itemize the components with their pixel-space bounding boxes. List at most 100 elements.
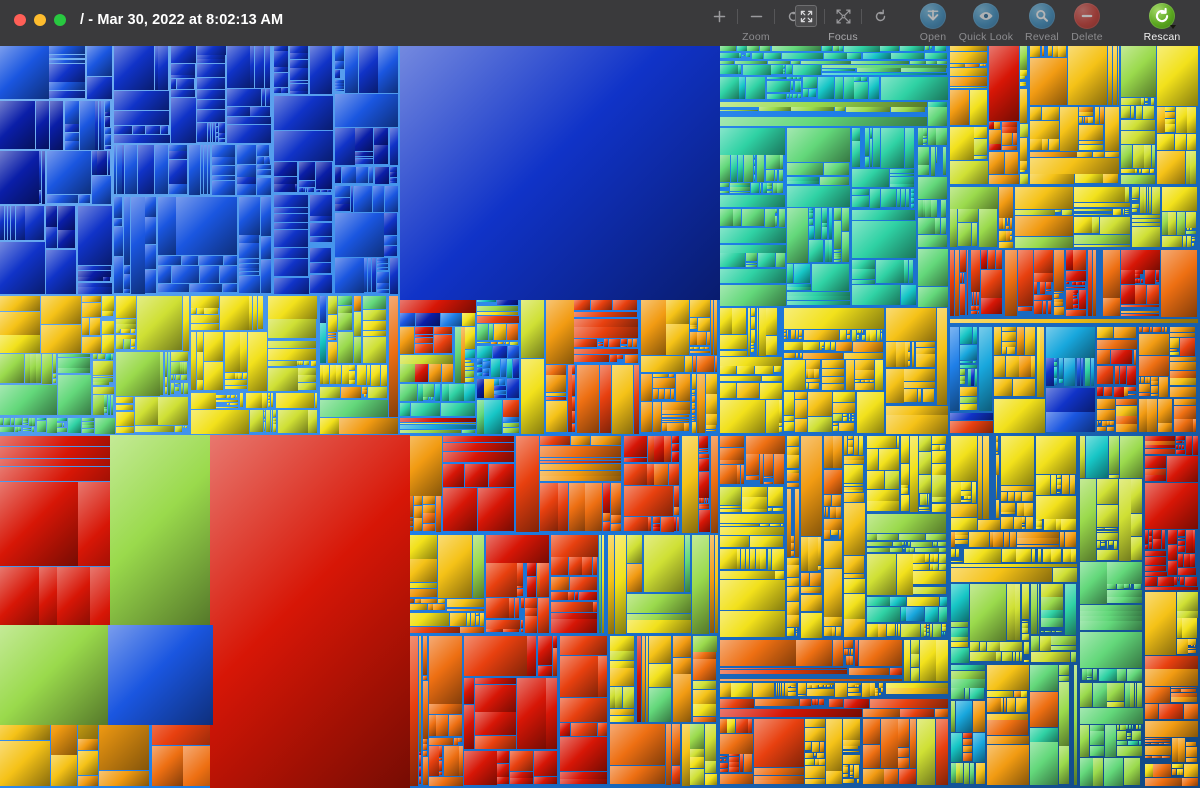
treemap-tile[interactable] — [844, 460, 864, 465]
treemap-tile[interactable] — [1058, 46, 1067, 57]
treemap-tile[interactable] — [526, 576, 536, 597]
treemap-tile[interactable] — [765, 169, 775, 181]
treemap-tile[interactable] — [760, 548, 767, 569]
treemap-tile[interactable] — [699, 346, 705, 349]
treemap-tile[interactable] — [1162, 236, 1183, 248]
treemap-tile[interactable] — [110, 435, 210, 625]
treemap-tile[interactable] — [400, 327, 415, 354]
treemap-tile[interactable] — [623, 436, 647, 458]
treemap-tile[interactable] — [550, 619, 598, 633]
treemap-tile[interactable] — [729, 756, 740, 762]
treemap-tile[interactable] — [832, 413, 843, 422]
treemap-tile[interactable] — [520, 629, 524, 632]
treemap-tile[interactable] — [781, 523, 784, 526]
treemap-tile[interactable] — [364, 394, 366, 398]
treemap-tile[interactable] — [298, 367, 316, 375]
treemap-tile[interactable] — [1033, 273, 1053, 282]
treemap-tile[interactable] — [92, 354, 98, 360]
treemap-tile[interactable] — [854, 82, 868, 99]
treemap-tile[interactable] — [1015, 698, 1028, 713]
treemap-tile[interactable] — [836, 506, 842, 518]
treemap-tile[interactable] — [692, 659, 717, 680]
treemap-tile[interactable] — [999, 186, 1014, 218]
treemap-tile[interactable] — [364, 258, 367, 293]
treemap-tile[interactable] — [692, 374, 696, 390]
treemap-tile[interactable] — [1055, 630, 1062, 633]
treemap-tile[interactable] — [257, 178, 272, 196]
treemap-tile[interactable] — [238, 263, 260, 268]
treemap-tile[interactable] — [826, 506, 828, 517]
treemap-tile[interactable] — [49, 63, 86, 82]
treemap-tile[interactable] — [866, 471, 885, 489]
treemap-tile[interactable] — [676, 374, 691, 401]
treemap-tile[interactable] — [720, 773, 753, 785]
treemap-tile[interactable] — [1178, 568, 1196, 575]
treemap-tile[interactable] — [122, 144, 124, 194]
treemap-tile[interactable] — [1079, 144, 1104, 151]
treemap-tile[interactable] — [484, 400, 503, 434]
treemap-tile[interactable] — [851, 188, 869, 196]
treemap-tile[interactable] — [692, 406, 695, 410]
treemap-tile[interactable] — [1174, 577, 1177, 586]
treemap-tile[interactable] — [1169, 386, 1197, 398]
treemap-tile[interactable] — [389, 258, 398, 294]
treemap-tile[interactable] — [342, 365, 349, 385]
treemap-tile[interactable] — [57, 427, 67, 433]
treemap-tile[interactable] — [540, 563, 549, 598]
treemap-tile[interactable] — [754, 698, 800, 707]
treemap-tile[interactable] — [866, 547, 890, 553]
treemap-tile[interactable] — [624, 354, 638, 363]
treemap-tile[interactable] — [1159, 704, 1184, 720]
treemap-tile[interactable] — [446, 599, 484, 608]
treemap-tile[interactable] — [1079, 140, 1104, 145]
treemap-tile[interactable] — [336, 365, 342, 384]
treemap-tile[interactable] — [265, 89, 271, 106]
treemap-tile[interactable] — [558, 483, 569, 531]
treemap-tile[interactable] — [1001, 549, 1016, 563]
treemap-tile[interactable] — [1045, 358, 1054, 386]
treemap-tile[interactable] — [576, 365, 600, 433]
treemap-tile[interactable] — [105, 112, 111, 117]
treemap-tile[interactable] — [865, 379, 870, 383]
treemap-tile[interactable] — [422, 750, 427, 756]
treemap-tile[interactable] — [105, 128, 112, 135]
treemap-tile[interactable] — [823, 568, 842, 617]
treemap-tile[interactable] — [890, 107, 926, 112]
treemap-tile[interactable] — [307, 187, 315, 192]
treemap-tile[interactable] — [720, 679, 903, 682]
treemap-tile[interactable] — [666, 324, 689, 355]
treemap-tile[interactable] — [1178, 529, 1185, 536]
treemap-tile[interactable] — [377, 264, 389, 268]
treemap-tile[interactable] — [46, 250, 77, 294]
treemap-tile[interactable] — [1178, 540, 1186, 546]
treemap-tile[interactable] — [356, 166, 369, 184]
treemap-tile[interactable] — [1019, 70, 1027, 76]
treemap-tile[interactable] — [1015, 652, 1020, 661]
treemap-tile[interactable] — [986, 745, 1030, 785]
treemap-tile[interactable] — [1001, 502, 1016, 512]
treemap-tile[interactable] — [1001, 347, 1007, 354]
treemap-tile[interactable] — [816, 753, 825, 758]
treemap-tile[interactable] — [869, 77, 880, 100]
treemap-tile[interactable] — [1132, 731, 1142, 740]
treemap-tile[interactable] — [1103, 174, 1119, 183]
treemap-tile[interactable] — [1048, 139, 1059, 151]
treemap-tile[interactable] — [204, 361, 224, 390]
treemap-tile[interactable] — [559, 771, 607, 779]
treemap-tile[interactable] — [477, 359, 483, 365]
treemap-tile[interactable] — [645, 635, 649, 723]
treemap-tile[interactable] — [609, 708, 635, 715]
treemap-tile[interactable] — [271, 393, 274, 408]
treemap-tile[interactable] — [913, 586, 947, 595]
treemap-tile[interactable] — [1102, 420, 1107, 427]
treemap-tile[interactable] — [751, 183, 759, 193]
treemap-tile[interactable] — [1187, 106, 1197, 133]
quick-look-button[interactable]: Quick Look — [955, 3, 1017, 43]
treemap-tile[interactable] — [791, 550, 795, 557]
treemap-tile[interactable] — [823, 617, 842, 627]
treemap-tile[interactable] — [525, 608, 537, 616]
treemap-tile[interactable] — [252, 296, 258, 330]
treemap-tile[interactable] — [102, 335, 114, 353]
treemap-tile[interactable] — [1150, 97, 1154, 105]
treemap-tile[interactable] — [706, 332, 710, 345]
